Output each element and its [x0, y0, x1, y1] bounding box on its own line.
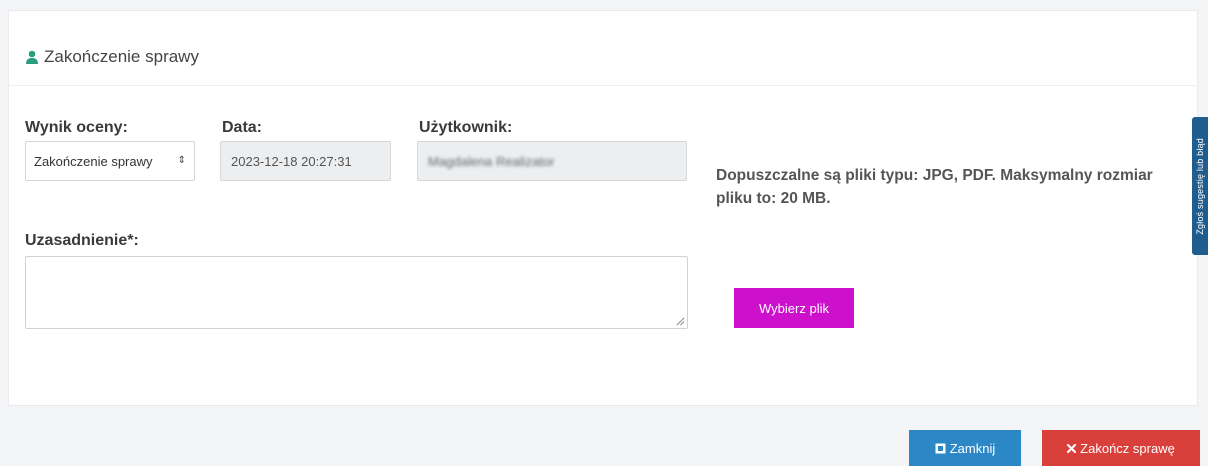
user-icon — [26, 50, 38, 64]
result-select[interactable]: Zakończenie sprawy ⇕ — [25, 141, 195, 181]
date-label: Data: — [222, 119, 263, 136]
file-upload-info: Dopuszczalne są pliki typu: JPG, PDF. Ma… — [716, 167, 1153, 207]
user-label: Użytkownik: — [419, 119, 513, 136]
reason-textarea[interactable] — [25, 256, 688, 329]
user-value: Magdalena Realizator — [428, 153, 555, 169]
close-window-icon — [935, 443, 946, 453]
close-button-label: Zamknij — [949, 440, 996, 456]
feedback-tab[interactable]: Zgłoś sugestię lub błąd — [1192, 117, 1208, 255]
result-select-value: Zakończenie sprawy — [34, 153, 153, 169]
select-arrows-icon: ⇕ — [177, 155, 186, 166]
finish-case-button-label: Zakończ sprawę — [1080, 440, 1175, 456]
finish-case-button[interactable]: Zakończ sprawę — [1042, 430, 1200, 466]
date-value: 2023-12-18 20:27:31 — [231, 153, 352, 169]
date-field: 2023-12-18 20:27:31 — [220, 141, 391, 181]
panel-title-text: Zakończenie sprawy — [44, 47, 199, 66]
choose-file-button[interactable]: Wybierz plik — [734, 288, 854, 328]
user-field: Magdalena Realizator — [417, 141, 687, 181]
feedback-tab-label: Zgłoś sugestię lub błąd — [1195, 137, 1205, 235]
panel-header: Zakończenie sprawy — [9, 11, 1197, 86]
x-icon — [1067, 443, 1077, 453]
reason-label: Uzasadnienie*: — [25, 232, 139, 249]
result-label: Wynik oceny: — [25, 119, 128, 136]
close-button[interactable]: Zamknij — [909, 430, 1021, 466]
resize-handle-icon[interactable] — [676, 317, 685, 326]
panel-title: Zakończenie sprawy — [25, 47, 199, 67]
